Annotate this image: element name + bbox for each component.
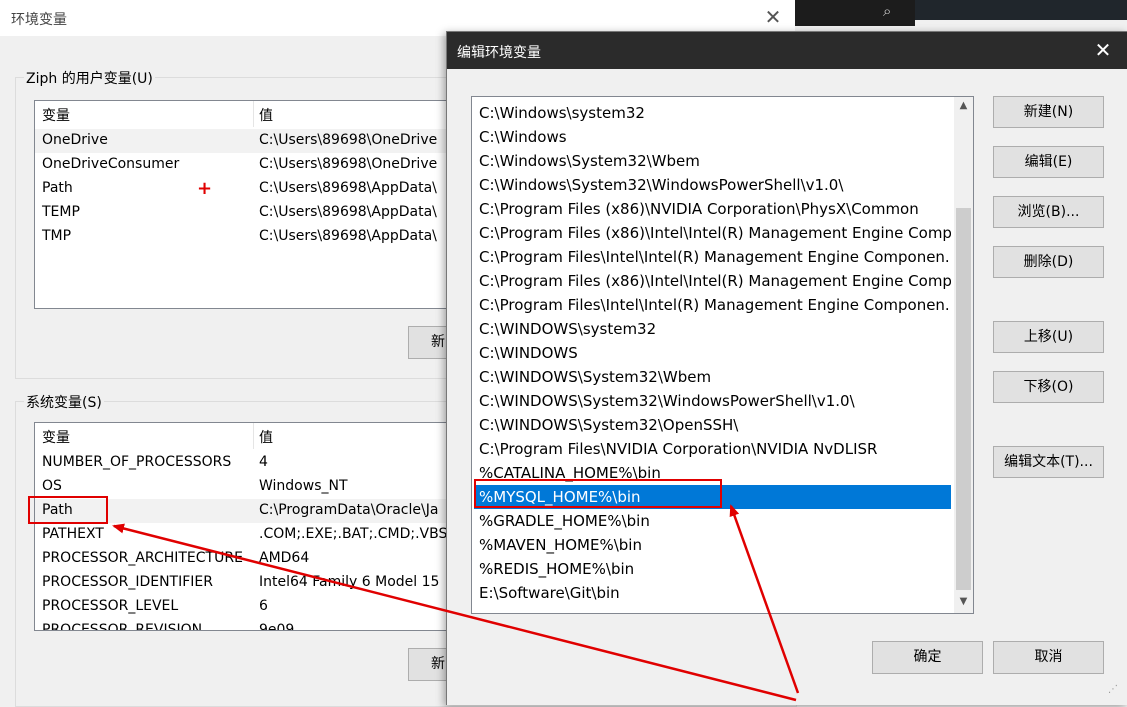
annotation-arrows: [112, 504, 800, 702]
arrow-to-path-variable: [112, 523, 797, 702]
arrow-to-mysql-entry: [729, 504, 800, 694]
